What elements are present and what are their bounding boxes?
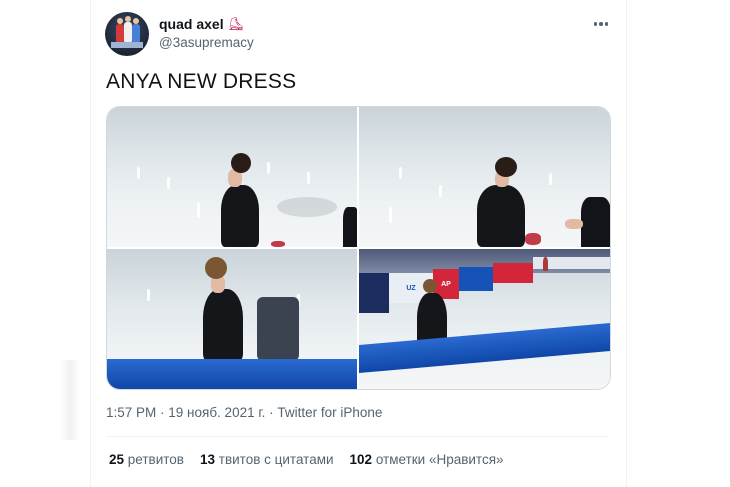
- author-handle[interactable]: @3asupremacy: [159, 35, 254, 50]
- photo-4[interactable]: UZ AP: [359, 249, 610, 389]
- likes-label: отметки «Нравится»: [375, 452, 504, 467]
- quotes-label: твитов с цитатами: [218, 452, 334, 467]
- photo-1[interactable]: [107, 107, 357, 247]
- meta-separator: ·: [156, 405, 169, 420]
- divider: [106, 436, 609, 437]
- likes-count: 102: [349, 452, 373, 467]
- quotes-count: 13: [199, 452, 216, 467]
- photo-2[interactable]: [359, 107, 610, 247]
- tweet-meta: 1:57 PM · 19 нояб. 2021 г. · Twitter for…: [106, 405, 382, 420]
- media-grid[interactable]: UZ AP: [106, 106, 611, 390]
- retweets-count: 25: [109, 452, 125, 467]
- quotes-stat[interactable]: 13 твитов с цитатами: [200, 452, 334, 467]
- likes-stat[interactable]: 102 отметки «Нравится»: [350, 452, 504, 467]
- avatar[interactable]: [105, 12, 149, 56]
- retweets-label: ретвитов: [127, 452, 184, 467]
- tweet-source[interactable]: Twitter for iPhone: [277, 405, 382, 420]
- engagement-stats: 25 ретвитов 13 твитов с цитатами 102 отм…: [109, 452, 504, 467]
- author-name[interactable]: quad axel ⛸: [159, 16, 244, 32]
- tweet-text: ANYA NEW DRESS: [106, 70, 297, 93]
- tweet-date[interactable]: 19 нояб. 2021 г.: [168, 405, 265, 420]
- background-blur: [60, 360, 80, 440]
- tweet-time[interactable]: 1:57 PM: [106, 405, 156, 420]
- photo-3[interactable]: [107, 249, 357, 389]
- more-options-icon[interactable]: [591, 15, 611, 33]
- author-name-text[interactable]: quad axel: [159, 16, 224, 32]
- retweets-stat[interactable]: 25 ретвитов: [109, 452, 184, 467]
- meta-separator: ·: [265, 405, 278, 420]
- ice-skater-icon: ⛸: [227, 16, 245, 31]
